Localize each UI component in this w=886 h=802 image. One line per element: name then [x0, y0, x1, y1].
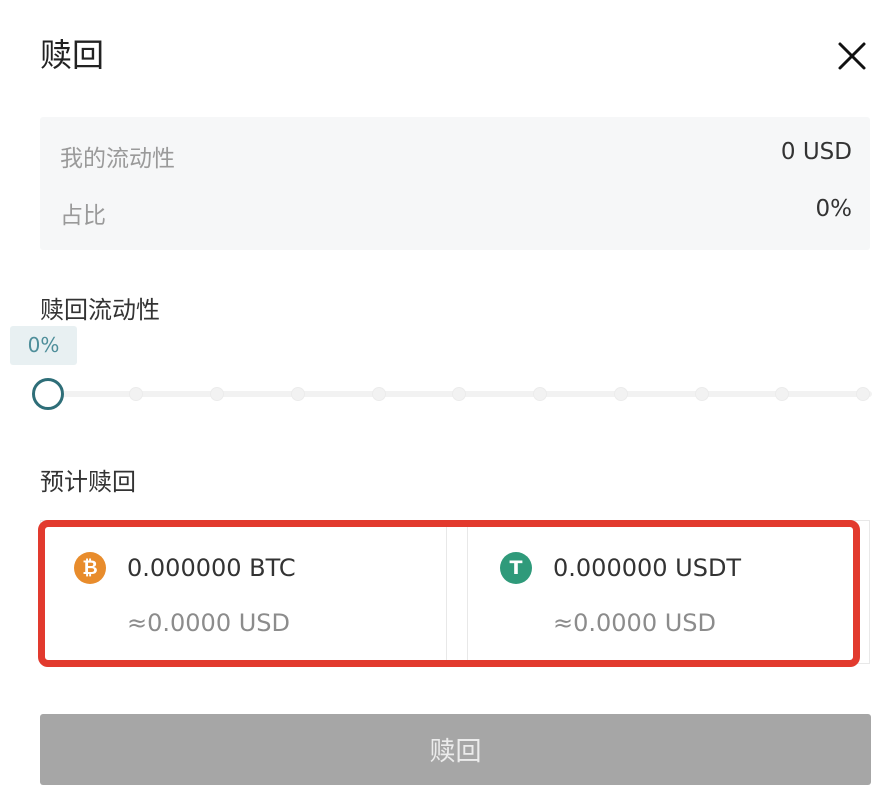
- slider-tick-10[interactable]: [129, 387, 143, 401]
- share-label: 占比: [60, 203, 106, 229]
- slider-handle[interactable]: [32, 378, 64, 410]
- slider-tick-60[interactable]: [533, 387, 547, 401]
- redeem-submit-button[interactable]: 赎回: [40, 714, 871, 785]
- slider-tick-90[interactable]: [775, 387, 789, 401]
- redeem-liquidity-label: 赎回流动性: [40, 296, 160, 324]
- slider-tick-80[interactable]: [695, 387, 709, 401]
- liquidity-summary: 我的流动性 0 USD 占比 0%: [40, 117, 870, 250]
- estimated-redeem-label: 预计赎回: [40, 468, 136, 496]
- redeem-percent-slider[interactable]: [32, 378, 872, 410]
- highlight-box: [38, 520, 860, 667]
- liquidity-label: 我的流动性: [60, 146, 175, 172]
- dialog-title: 赎回: [40, 36, 105, 74]
- liquidity-value: 0 USD: [780, 139, 852, 165]
- slider-tick-70[interactable]: [614, 387, 628, 401]
- percent-badge: 0%: [10, 326, 77, 365]
- close-icon[interactable]: [836, 40, 868, 72]
- slider-tick-20[interactable]: [210, 387, 224, 401]
- share-row: 占比 0%: [60, 196, 852, 230]
- slider-tick-40[interactable]: [372, 387, 386, 401]
- slider-tick-30[interactable]: [291, 387, 305, 401]
- slider-tick-100[interactable]: [856, 387, 870, 401]
- slider-tick-50[interactable]: [452, 387, 466, 401]
- liquidity-row: 我的流动性 0 USD: [60, 139, 852, 173]
- share-value: 0%: [815, 196, 853, 222]
